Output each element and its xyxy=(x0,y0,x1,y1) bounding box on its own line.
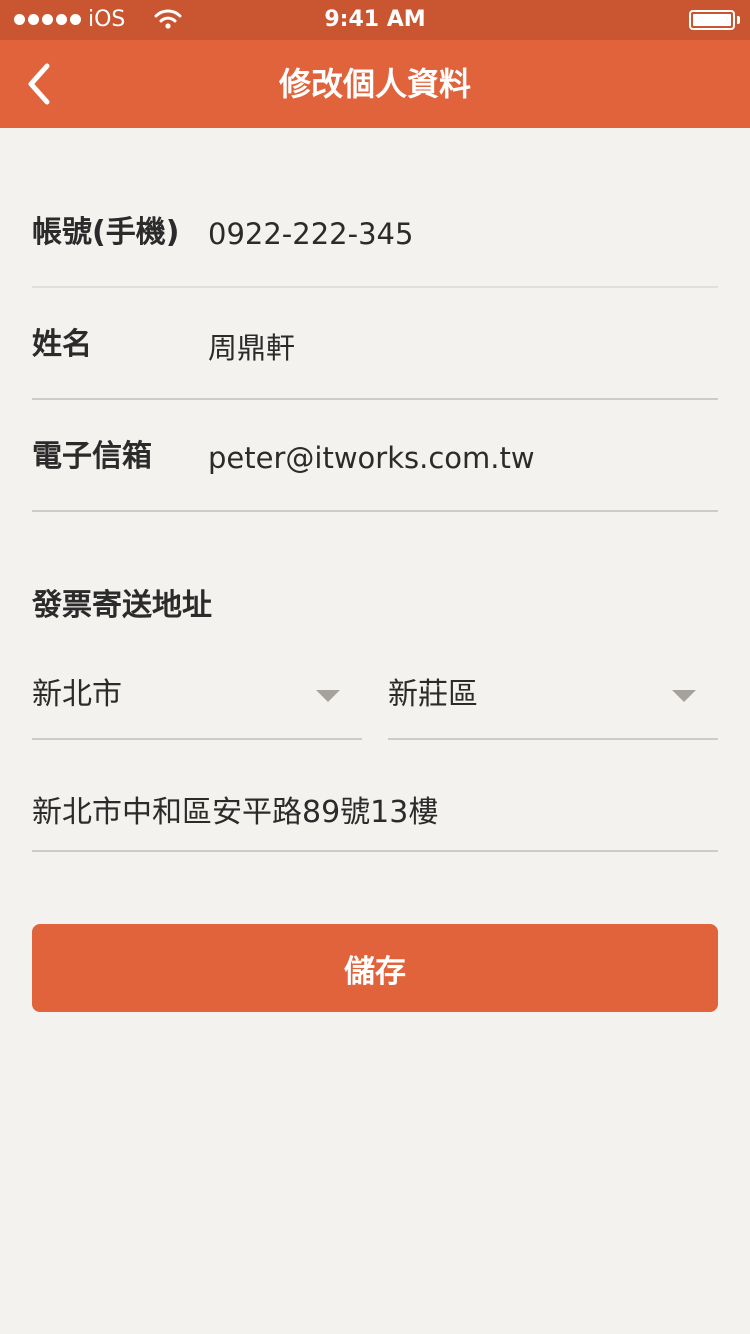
address-field-row xyxy=(32,760,718,852)
email-input[interactable] xyxy=(208,438,708,478)
email-field-row: 電子信箱 xyxy=(32,400,718,512)
save-button[interactable]: 儲存 xyxy=(32,924,718,1012)
account-input[interactable] xyxy=(208,214,708,254)
name-input[interactable] xyxy=(208,326,708,366)
account-label: 帳號(手機) xyxy=(32,215,180,250)
invoice-address-title: 發票寄送地址 xyxy=(32,588,212,623)
dropdown-arrow-icon xyxy=(316,690,340,702)
name-field-row: 姓名 xyxy=(32,288,718,400)
address-input[interactable] xyxy=(32,788,718,830)
back-button[interactable] xyxy=(10,56,66,112)
status-bar: iOS 9:41 AM xyxy=(0,0,750,40)
city-select-value: 新北市 xyxy=(32,677,122,712)
name-label: 姓名 xyxy=(32,327,92,362)
district-select[interactable]: 新莊區 xyxy=(388,648,718,740)
district-select-value: 新莊區 xyxy=(388,677,478,712)
chevron-left-icon xyxy=(28,63,50,105)
email-label: 電子信箱 xyxy=(32,439,152,474)
battery-icon xyxy=(689,10,735,30)
navigation-bar: 修改個人資料 xyxy=(0,40,750,128)
battery-tip xyxy=(737,16,740,24)
city-select[interactable]: 新北市 xyxy=(32,648,362,740)
page-title: 修改個人資料 xyxy=(278,65,471,103)
status-time: 9:41 AM xyxy=(324,7,426,32)
dropdown-arrow-icon xyxy=(672,690,696,702)
account-field-row: 帳號(手機) xyxy=(32,176,718,288)
